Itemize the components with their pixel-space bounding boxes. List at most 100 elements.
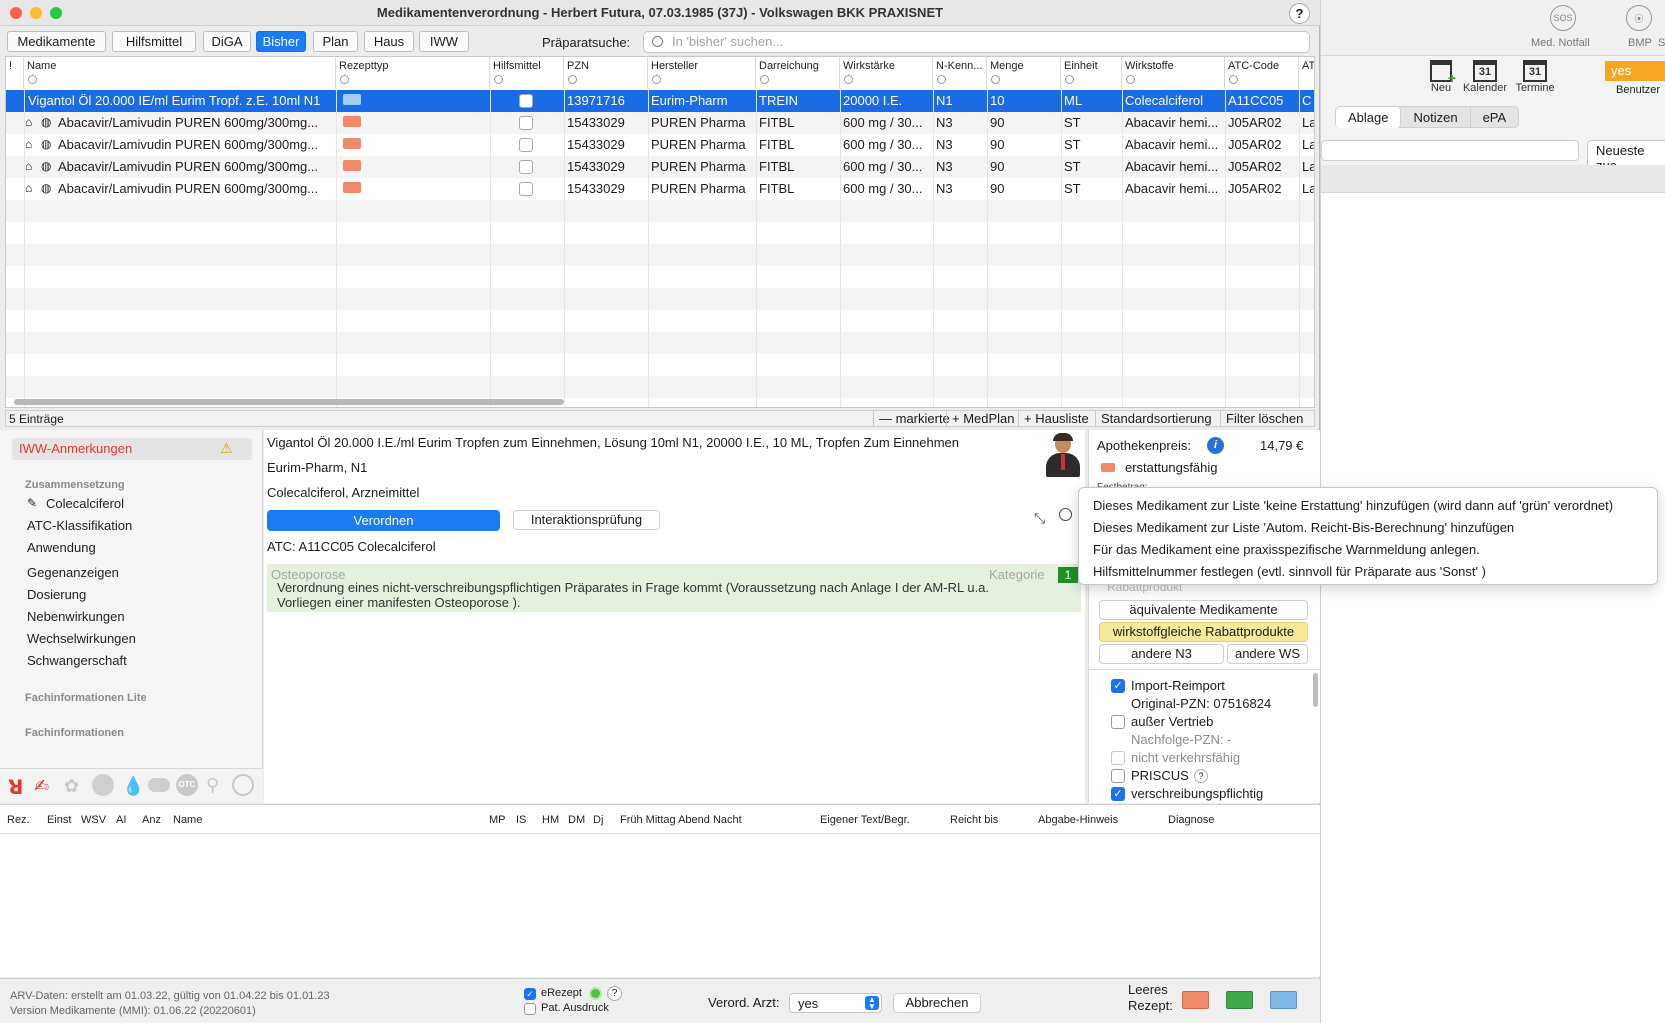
- table-row[interactable]: Abacavir/Lamivudin PUREN 600mg/300mg... 1…: [6, 178, 1314, 200]
- interaktionspruefung-button[interactable]: Interaktionsprüfung: [513, 510, 660, 530]
- homeopathy-icon[interactable]: [92, 774, 114, 796]
- info-icon[interactable]: i: [1207, 437, 1224, 454]
- table-row[interactable]: Abacavir/Lamivudin PUREN 600mg/300mg... 1…: [6, 156, 1314, 178]
- benutzer-select[interactable]: yes: [1605, 61, 1665, 81]
- col-rez[interactable]: Rez.: [7, 814, 30, 826]
- hilfsmittel-checkbox[interactable]: [519, 138, 533, 152]
- col-eigener-text[interactable]: Eigener Text/Begr.: [820, 814, 910, 826]
- tab-haus[interactable]: Haus: [364, 31, 414, 52]
- col-header-flag[interactable]: !: [6, 57, 24, 89]
- right-info-scrollbar[interactable]: [1313, 673, 1318, 707]
- col-header-rezepttyp[interactable]: Rezepttyp: [336, 57, 490, 89]
- cannabis-icon[interactable]: ✿: [64, 776, 79, 797]
- col-hm[interactable]: HM: [542, 814, 559, 826]
- horizontal-scrollbar[interactable]: [14, 399, 564, 405]
- table-row[interactable]: [6, 244, 1314, 266]
- abbrechen-button[interactable]: Abbrechen: [893, 993, 981, 1013]
- import-reimport-checkbox[interactable]: ✓: [1111, 679, 1125, 693]
- menu-item-warnmeldung[interactable]: Für das Medikament eine praxisspezifisch…: [1093, 542, 1480, 557]
- table-row[interactable]: [6, 376, 1314, 398]
- verord-arzt-select[interactable]: yes ▲ ▼: [789, 993, 882, 1013]
- col-dosierung[interactable]: Früh Mittag Abend Nacht: [620, 814, 742, 826]
- col-header-pzn[interactable]: PZN: [564, 57, 648, 89]
- search-input[interactable]: In 'bisher' suchen...: [643, 31, 1310, 53]
- col-header-name[interactable]: Name: [24, 57, 336, 89]
- col-dj[interactable]: Dj: [593, 814, 603, 826]
- table-row[interactable]: [6, 354, 1314, 376]
- tab-bisher[interactable]: Bisher: [256, 31, 306, 52]
- table-row[interactable]: Vigantol Öl 20.000 IE/ml Eurim Tropf. z.…: [6, 90, 1314, 112]
- bmp-icon[interactable]: ⦿: [1626, 5, 1652, 31]
- aequivalente-medikamente-button[interactable]: äquivalente Medikamente: [1099, 600, 1308, 620]
- bg-search-input[interactable]: [1321, 140, 1579, 161]
- nav-item-nebenwirkungen[interactable]: Nebenwirkungen: [27, 609, 125, 624]
- menu-item-reicht-bis[interactable]: Dieses Medikament zur Liste 'Autom. Reic…: [1093, 520, 1514, 535]
- erezept-checkbox[interactable]: ✓: [524, 988, 536, 1000]
- col-header-wirkstoffe[interactable]: Wirkstoffe: [1122, 57, 1225, 89]
- tab-hilfsmittel[interactable]: Hilfsmittel: [112, 31, 196, 52]
- tool-icon[interactable]: ⚲: [206, 775, 219, 796]
- table-row[interactable]: [6, 332, 1314, 354]
- tab-diga[interactable]: DiGA: [203, 31, 251, 52]
- help-button[interactable]: ?: [1289, 3, 1310, 24]
- rezept-edit-icon[interactable]: ✍: [34, 776, 49, 797]
- verordnen-button[interactable]: Verordnen: [267, 510, 500, 531]
- col-diagnose[interactable]: Diagnose: [1168, 814, 1214, 826]
- capsule-icon[interactable]: [148, 778, 170, 792]
- table-row[interactable]: [6, 266, 1314, 288]
- col-reicht-bis[interactable]: Reicht bis: [950, 814, 998, 826]
- col-is[interactable]: IS: [516, 814, 526, 826]
- tab-ablage[interactable]: Ablage: [1336, 107, 1402, 128]
- col-wsv[interactable]: WSV: [81, 814, 106, 826]
- blue-rezept-icon[interactable]: [1270, 991, 1297, 1009]
- add-medplan-button[interactable]: + MedPlan: [946, 411, 1020, 427]
- hilfsmittel-checkbox[interactable]: [519, 94, 533, 108]
- priscus-checkbox[interactable]: [1111, 769, 1125, 783]
- andere-ws-button[interactable]: andere WS: [1227, 644, 1308, 664]
- tab-medikamente[interactable]: Medikamente: [7, 31, 106, 52]
- tab-iww[interactable]: IWW: [419, 31, 469, 52]
- sos-icon[interactable]: SOS: [1550, 5, 1576, 31]
- fachinfo-lite-heading[interactable]: Fachinformationen Lite: [25, 692, 147, 704]
- andere-n3-button[interactable]: andere N3: [1099, 644, 1224, 664]
- hilfsmittel-checkbox[interactable]: [519, 116, 533, 130]
- standardsortierung-button[interactable]: Standardsortierung: [1095, 411, 1217, 427]
- col-dm[interactable]: DM: [568, 814, 585, 826]
- ausser-vertrieb-checkbox[interactable]: [1111, 715, 1125, 729]
- kalender-button[interactable]: 31 Kalender: [1461, 60, 1509, 94]
- priscus-help-icon[interactable]: ?: [1194, 769, 1208, 783]
- col-name[interactable]: Name: [173, 814, 202, 826]
- hilfsmittel-checkbox[interactable]: [519, 182, 533, 196]
- col-header-darreichung[interactable]: Darreichung: [756, 57, 840, 89]
- col-anz[interactable]: Anz: [142, 814, 161, 826]
- col-header-wirkstaerke[interactable]: Wirkstärke: [840, 57, 933, 89]
- tab-notizen[interactable]: Notizen: [1401, 107, 1471, 128]
- table-row[interactable]: [6, 310, 1314, 332]
- col-header-hilfsmittel[interactable]: Hilfsmittel: [490, 57, 564, 89]
- nav-item-anwendung[interactable]: Anwendung: [27, 540, 96, 555]
- table-row[interactable]: [6, 288, 1314, 310]
- col-einst[interactable]: Einst: [47, 814, 71, 826]
- nav-item-wechselwirkungen[interactable]: Wechselwirkungen: [27, 631, 136, 646]
- filter-loeschen-button[interactable]: Filter löschen: [1220, 411, 1308, 427]
- table-row[interactable]: Abacavir/Lamivudin PUREN 600mg/300mg... 1…: [6, 134, 1314, 156]
- col-header-nkenn[interactable]: N-Kenn...: [933, 57, 987, 89]
- nav-item-atc[interactable]: ATC-Klassifikation: [27, 518, 132, 533]
- nav-item-colecalciferol[interactable]: Colecalciferol: [46, 496, 124, 511]
- fachinfo-heading[interactable]: Fachinformationen: [25, 727, 124, 739]
- col-header-hersteller[interactable]: Hersteller: [648, 57, 756, 89]
- table-row[interactable]: [6, 200, 1314, 222]
- add-hausliste-button[interactable]: + Hausliste: [1018, 411, 1094, 427]
- col-header-menge[interactable]: Menge: [987, 57, 1061, 89]
- table-row[interactable]: [6, 222, 1314, 244]
- verschreibungspflichtig-checkbox[interactable]: ✓: [1111, 787, 1125, 801]
- wirkstoffgleiche-rabattprodukte-button[interactable]: wirkstoffgleiche Rabattprodukte: [1099, 622, 1308, 642]
- col-header-atc[interactable]: ATC-Code: [1225, 57, 1299, 89]
- iww-anmerkungen-item[interactable]: IWW-Anmerkungen ⚠: [12, 438, 252, 460]
- neu-button[interactable]: + Neu: [1426, 60, 1456, 94]
- col-header-at[interactable]: AT: [1299, 57, 1314, 89]
- tab-plan[interactable]: Plan: [313, 31, 358, 52]
- drop-icon[interactable]: 💧: [122, 776, 144, 797]
- expand-icon[interactable]: ⤡: [1034, 510, 1045, 527]
- col-abgabe-hinweis[interactable]: Abgabe-Hinweis: [1038, 814, 1118, 826]
